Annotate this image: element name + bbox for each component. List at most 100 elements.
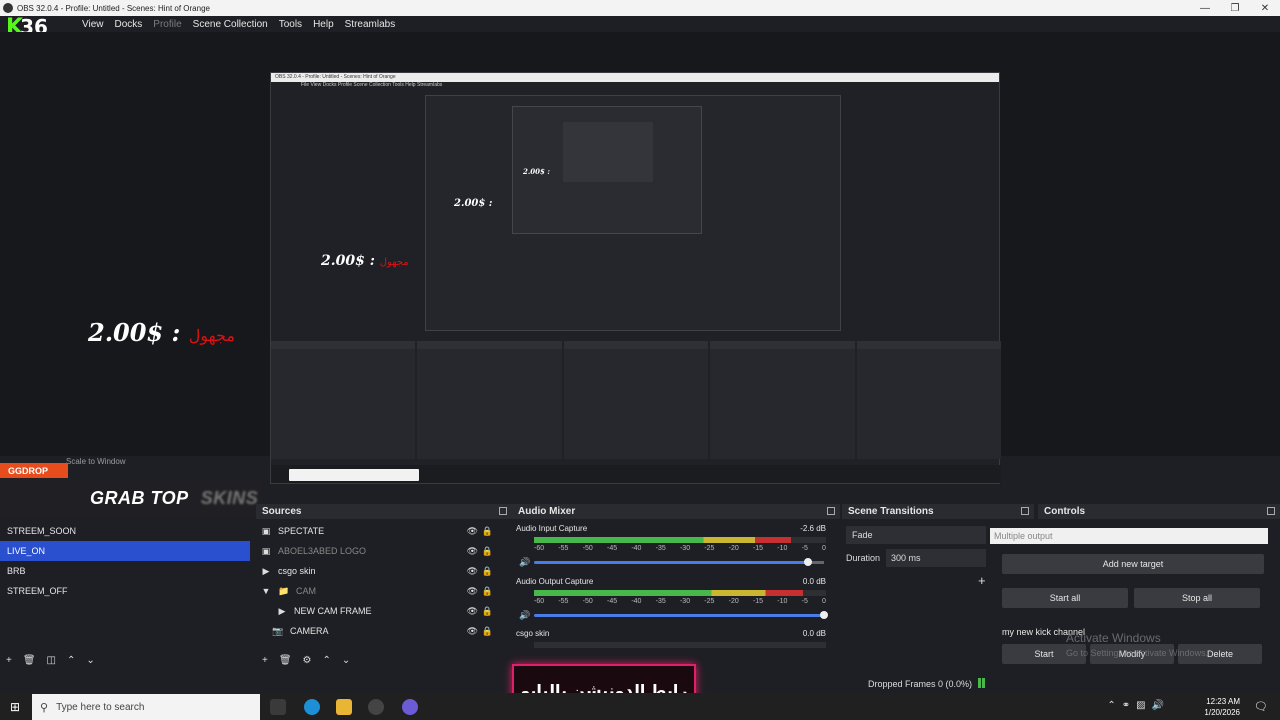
- scale-tick: 0: [822, 545, 826, 552]
- speaker-icon[interactable]: 🔊: [519, 557, 530, 568]
- donation-alert-small: 2.00$ :: [454, 198, 493, 209]
- stop-all-button[interactable]: Stop all: [1134, 588, 1260, 608]
- scale-tick: 0: [822, 598, 826, 605]
- windows-start-icon[interactable]: ⊞: [10, 700, 20, 714]
- start-all-button[interactable]: Start all: [1002, 588, 1128, 608]
- taskbar-clock[interactable]: 12:23 AM 1/20/2026: [1204, 696, 1240, 718]
- scale-to-window-label[interactable]: Scale to Window: [66, 457, 126, 466]
- lock-icon[interactable]: 🔒: [482, 546, 493, 557]
- source-item[interactable]: ▶ NEW CAM FRAME 👁 🔒: [260, 601, 510, 621]
- scale-tick: -60: [534, 598, 545, 605]
- slider-knob[interactable]: [820, 611, 828, 619]
- scale-tick: -40: [631, 598, 642, 605]
- ggdrop-badge: GGDROP: [0, 463, 68, 478]
- maximize-icon[interactable]: ❐: [1220, 0, 1250, 16]
- nested-obs-window: 2.00$ : 2.00$ :: [425, 95, 841, 331]
- mixer-channel: Audio Output Capture 0.0 dB -60 -55 -50 -45…: [516, 577, 836, 629]
- close-icon[interactable]: ✕: [1250, 0, 1280, 16]
- menu-help[interactable]: Help: [313, 19, 334, 30]
- visibility-eye-icon[interactable]: 👁: [467, 566, 478, 577]
- lock-icon[interactable]: 🔒: [482, 566, 493, 577]
- undock-icon[interactable]: [1267, 507, 1275, 515]
- filter-icon[interactable]: ◫: [47, 655, 56, 666]
- duration-field[interactable]: 300 ms: [886, 549, 986, 567]
- source-item[interactable]: ▶ csgo skin 👁 🔒: [260, 561, 510, 581]
- meter-scale: -60 -55 -50 -45 -40 -35 -30 -25 -20 -15 -10 -5 0: [534, 598, 826, 605]
- scenes-toolbar: + 🗑 ◫ ⌃ ⌄: [6, 653, 95, 667]
- channel-db: -2.6 dB: [800, 524, 826, 533]
- scene-item-selected[interactable]: LIVE_ON: [0, 541, 250, 561]
- add-new-target-button[interactable]: Add new target: [1002, 554, 1264, 574]
- add-icon[interactable]: +: [262, 655, 268, 666]
- obs-app-icon: [3, 3, 13, 13]
- chrome-icon[interactable]: [402, 699, 418, 715]
- menu-tools[interactable]: Tools: [279, 19, 302, 30]
- visibility-eye-icon[interactable]: 👁: [467, 526, 478, 537]
- speaker-icon[interactable]: 🔊: [519, 610, 530, 621]
- undock-icon[interactable]: [499, 507, 507, 515]
- play-icon: ▶: [278, 605, 286, 616]
- image-icon: ▣: [261, 545, 271, 556]
- trash-icon[interactable]: 🗑: [23, 655, 36, 666]
- lock-icon[interactable]: 🔒: [482, 606, 493, 617]
- transition-select[interactable]: Fade: [846, 526, 986, 544]
- gear-icon[interactable]: ⚙: [303, 655, 312, 666]
- volume-slider[interactable]: [534, 611, 828, 619]
- visibility-hidden-icon[interactable]: 👁: [467, 586, 478, 597]
- move-up-icon[interactable]: ⌃: [67, 655, 75, 666]
- move-down-icon[interactable]: ⌄: [86, 655, 94, 666]
- scene-item[interactable]: BRB: [0, 561, 256, 581]
- trash-icon[interactable]: 🗑: [279, 655, 292, 666]
- source-item[interactable]: 📷 CAMERA 👁 🔒: [260, 621, 510, 641]
- file-explorer-icon[interactable]: [336, 699, 352, 715]
- minimize-icon[interactable]: —: [1190, 0, 1220, 16]
- undock-icon[interactable]: [827, 507, 835, 515]
- lock-icon[interactable]: 🔒: [482, 586, 493, 597]
- source-group[interactable]: ▼ 📁 CAM 👁 🔒: [260, 581, 510, 601]
- scale-tick: -50: [582, 545, 593, 552]
- scale-tick: -60: [534, 545, 545, 552]
- meter-fill: [534, 590, 803, 596]
- move-up-icon[interactable]: ⌃: [323, 655, 331, 666]
- add-icon[interactable]: +: [6, 655, 12, 666]
- source-item[interactable]: ▣ SPECTATE 👁 🔒: [260, 521, 510, 541]
- taskbar-search[interactable]: ⚲ Type here to search: [32, 694, 260, 720]
- volume-slider[interactable]: [534, 558, 824, 566]
- scale-tick: -35: [655, 545, 666, 552]
- preview-canvas: OBS 32.0.4 - Profile: Untitled - Scenes:…: [270, 72, 1002, 484]
- visibility-eye-icon[interactable]: 👁: [467, 606, 478, 617]
- move-down-icon[interactable]: ⌄: [342, 655, 350, 666]
- menu-scene-collection[interactable]: Scene Collection: [193, 19, 268, 30]
- scale-tick: -5: [801, 545, 808, 552]
- menu-profile[interactable]: Profile: [153, 19, 181, 30]
- lock-icon[interactable]: 🔒: [482, 526, 493, 537]
- slider-knob[interactable]: [804, 558, 812, 566]
- menu-view[interactable]: View: [82, 19, 104, 30]
- activate-windows-subtext: Go to Settings to activate Windows.: [1066, 648, 1209, 658]
- multiple-output-header: Multiple output: [990, 528, 1268, 544]
- scene-item[interactable]: STREEM_SOON: [0, 521, 256, 541]
- system-tray[interactable]: ⌃⚭▨🔊: [1107, 700, 1170, 711]
- obs-taskbar-icon[interactable]: [368, 699, 384, 715]
- scale-tick: -55: [558, 545, 569, 552]
- scale-tick: -25: [704, 598, 715, 605]
- preview-area[interactable]: 2.00$ : مجهول OBS 32.0.4 - Profile: Unti…: [0, 32, 1280, 484]
- volume-meter: [534, 590, 826, 596]
- undock-icon[interactable]: [1021, 507, 1029, 515]
- visibility-hidden-icon[interactable]: 👁: [467, 546, 478, 557]
- menu-streamlabs[interactable]: Streamlabs: [345, 19, 396, 30]
- lock-icon[interactable]: 🔒: [482, 626, 493, 637]
- add-transition-icon[interactable]: +: [978, 573, 986, 588]
- visibility-eye-icon[interactable]: 👁: [467, 626, 478, 637]
- scale-tick: -55: [558, 598, 569, 605]
- scene-item[interactable]: STREEM_OFF: [0, 581, 256, 601]
- source-item[interactable]: ▣ ABOEL3ABED LOGO 👁 🔒: [260, 541, 510, 561]
- volume-meter: [534, 537, 826, 543]
- mixer-dock-header: Audio Mixer: [512, 504, 840, 519]
- edge-icon[interactable]: [304, 699, 320, 715]
- menu-docks[interactable]: Docks: [115, 19, 143, 30]
- task-view-icon[interactable]: [270, 699, 286, 715]
- play-icon: ▶: [262, 565, 270, 576]
- chevron-down-icon[interactable]: ▼: [260, 586, 272, 596]
- notification-icon[interactable]: 🗨: [1254, 700, 1268, 713]
